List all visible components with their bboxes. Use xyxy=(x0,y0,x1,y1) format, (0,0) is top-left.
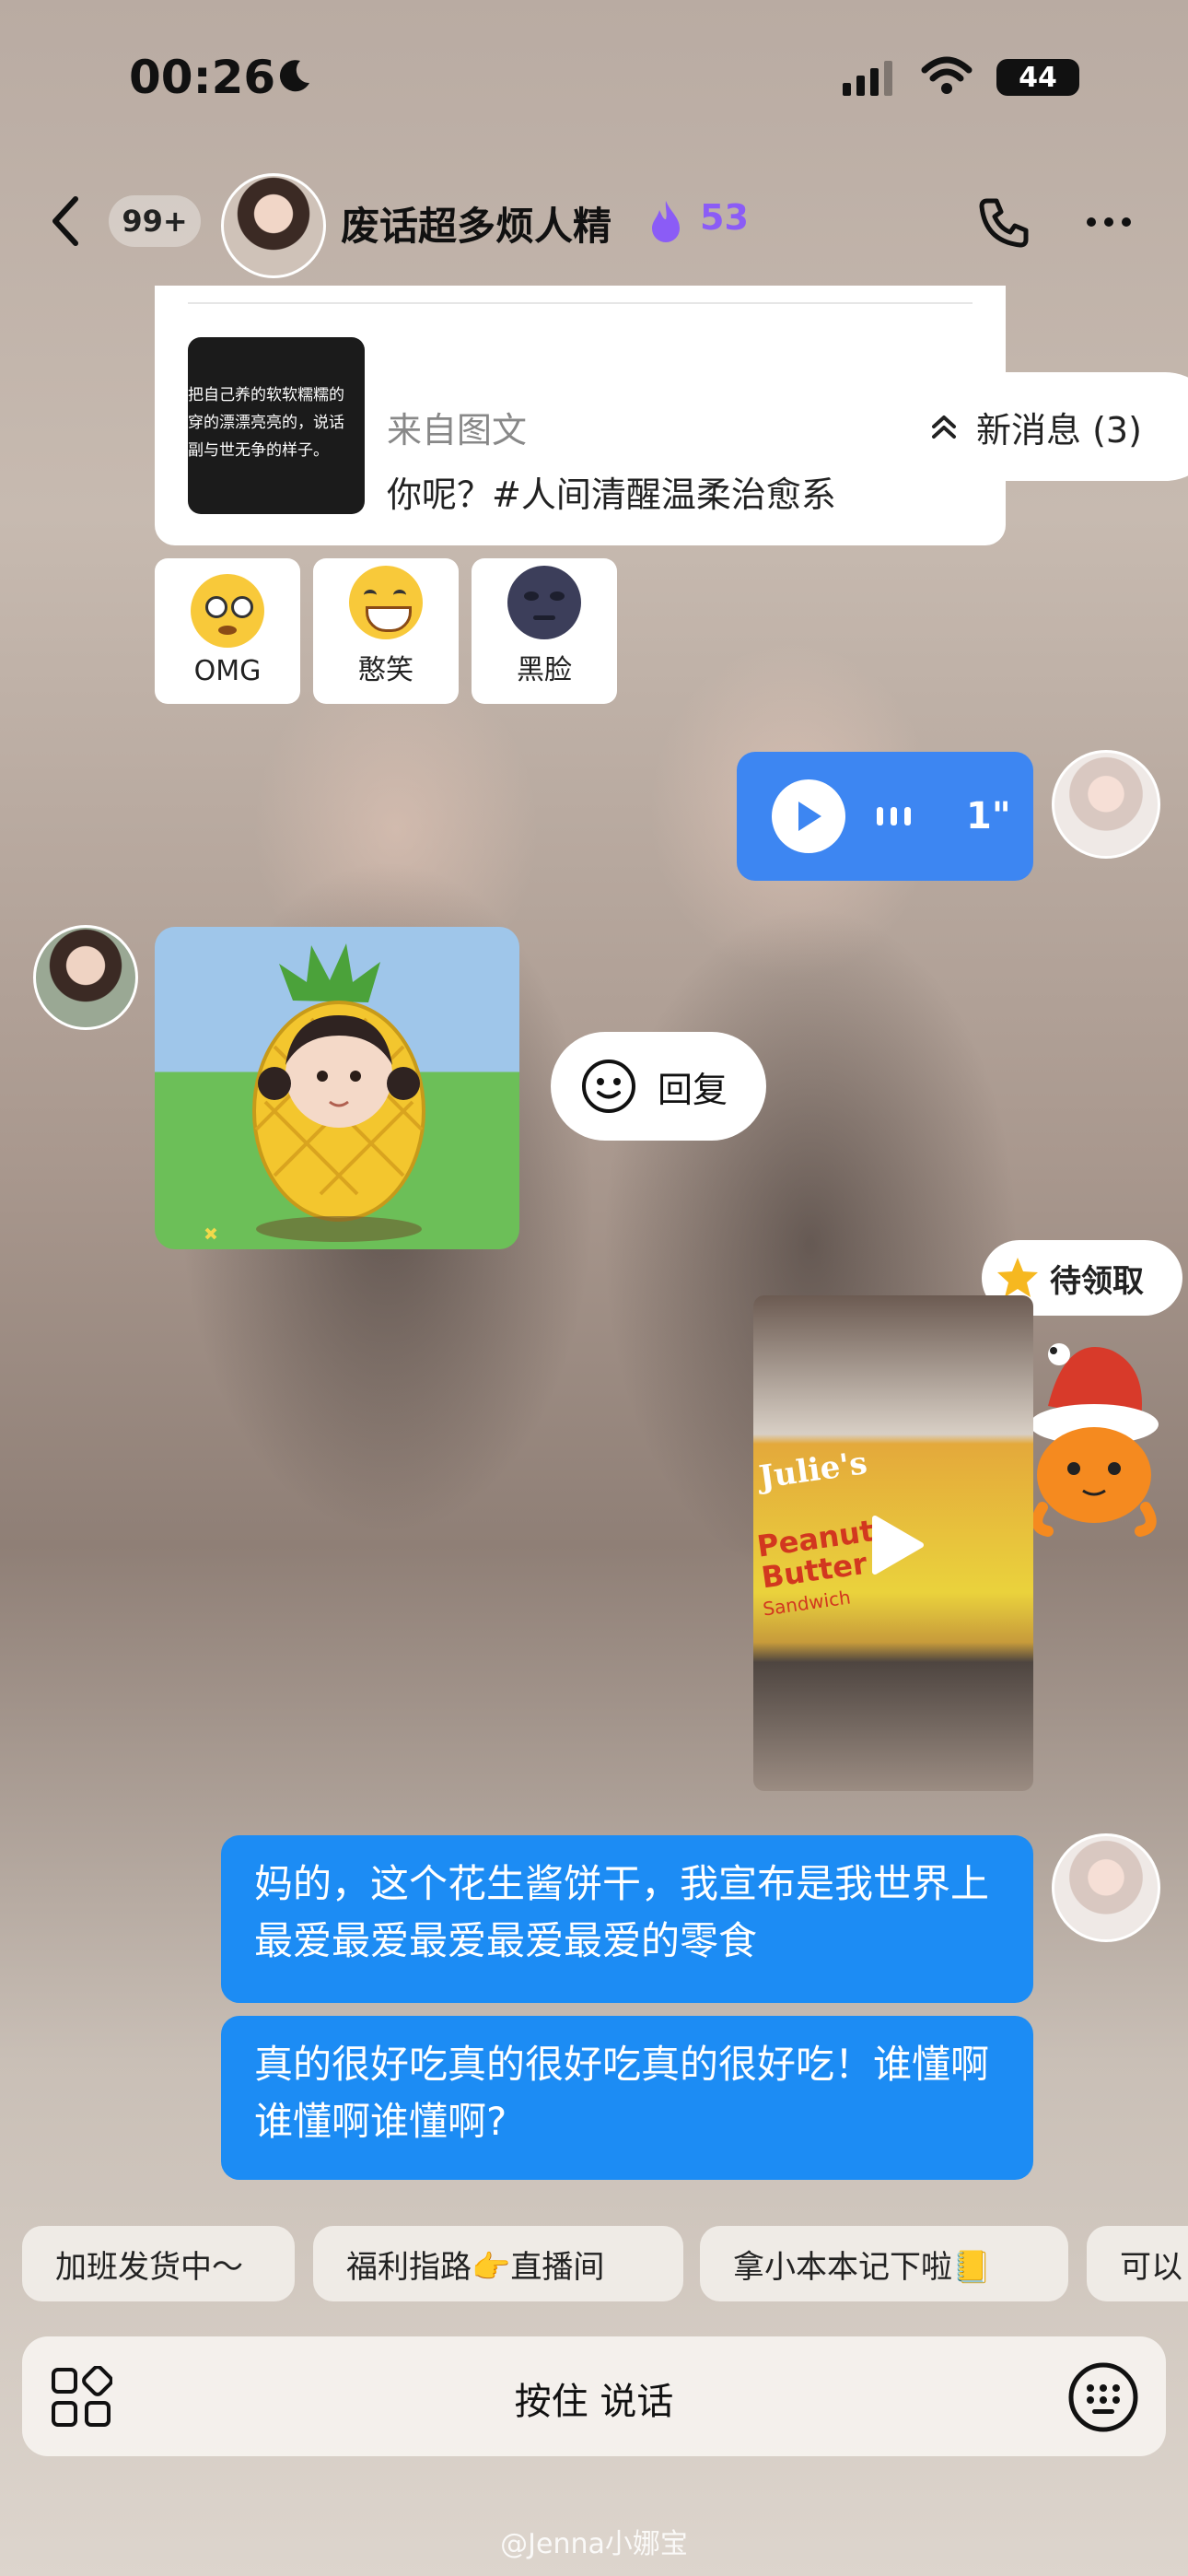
more-options-icon[interactable] xyxy=(1087,217,1131,227)
video-brand: Julie's xyxy=(756,1444,870,1497)
reaction-dark-face[interactable]: 黑脸 xyxy=(472,558,617,704)
reply-button[interactable]: 回复 xyxy=(551,1032,766,1141)
cellular-signal-icon xyxy=(843,59,892,96)
reply-label: 回复 xyxy=(658,1069,728,1110)
unread-count-badge[interactable]: 99+ xyxy=(109,195,201,247)
contact-avatar[interactable] xyxy=(221,173,326,278)
post-source: 来自图文 xyxy=(387,410,528,451)
voice-message-bubble[interactable]: 1" xyxy=(737,752,1033,881)
play-icon[interactable] xyxy=(772,779,845,853)
quick-reply-chip[interactable]: 可以 xyxy=(1087,2226,1188,2301)
divider xyxy=(188,302,973,304)
play-video-icon[interactable] xyxy=(862,1513,926,1577)
thumb-line: 穿的漂漂亮亮的，说话 xyxy=(188,414,344,432)
my-avatar[interactable] xyxy=(1052,750,1160,859)
thumb-line: 把自己养的软软糯糯的 xyxy=(188,386,344,404)
pineapple-girl-sticker[interactable] xyxy=(155,927,519,1249)
quick-reply-chip[interactable]: 拿小本本记下啦📒 xyxy=(700,2226,1068,2301)
back-arrow-icon[interactable] xyxy=(46,193,83,249)
reaction-label: 黑脸 xyxy=(517,654,572,686)
shared-post-card[interactable]: 把自己养的软软糯糯的 穿的漂漂亮亮的，说话 副与世无争的样子。 来自图文 你呢？… xyxy=(155,286,1006,545)
flame-icon xyxy=(652,201,680,242)
contact-name[interactable]: 废话超多烦人精 xyxy=(341,195,611,252)
voice-duration: 1" xyxy=(966,795,1011,837)
pending-reward-label: 待领取 xyxy=(1050,1262,1144,1300)
battery-indicator: 44 xyxy=(996,59,1079,96)
keyboard-icon[interactable] xyxy=(1066,2360,1140,2434)
omg-emoji-icon xyxy=(191,574,264,648)
my-avatar[interactable] xyxy=(1052,1833,1160,1942)
audio-wave-icon xyxy=(877,807,911,825)
quick-reply-chip[interactable]: 福利指路👉直播间 xyxy=(313,2226,683,2301)
reaction-omg[interactable]: OMG xyxy=(155,558,300,704)
new-messages-label: 新消息 (3) xyxy=(976,409,1142,451)
input-bar: 按住 说话 xyxy=(22,2336,1166,2456)
quick-reply-chip[interactable]: 加班发货中～ xyxy=(22,2226,295,2301)
thumb-line: 副与世无争的样子。 xyxy=(188,441,329,460)
dark-moon-face-icon xyxy=(507,566,581,639)
hold-to-talk-button[interactable]: 按住 说话 xyxy=(22,2371,1166,2425)
status-time: 00:26 xyxy=(129,51,276,104)
text-message-bubble[interactable]: 真的很好吃真的很好吃真的很好吃！谁懂啊谁懂啊谁懂啊? xyxy=(221,2016,1033,2180)
mascot-sticker[interactable] xyxy=(1011,1314,1177,1544)
wifi-icon xyxy=(921,56,973,94)
grin-emoji-icon xyxy=(349,566,423,639)
video-message[interactable]: Julie's Peanut Butter Sandwich xyxy=(753,1295,1033,1791)
streak-count: 53 xyxy=(700,197,749,238)
post-text: 你呢？#人间清醒温柔治愈系 xyxy=(387,474,836,515)
new-messages-button[interactable]: 新消息 (3) xyxy=(888,372,1188,481)
double-chevron-up-icon xyxy=(932,416,956,439)
reaction-label: 憨笑 xyxy=(358,654,413,686)
post-thumbnail: 把自己养的软软糯糯的 穿的漂漂亮亮的，说话 副与世无争的样子。 xyxy=(188,337,365,514)
contact-avatar-small[interactable] xyxy=(33,925,138,1030)
moon-icon xyxy=(279,60,309,92)
star-icon xyxy=(997,1258,1038,1297)
text-message-bubble[interactable]: 妈的，这个花生酱饼干，我宣布是我世界上最爱最爱最爱最爱最爱的零食 xyxy=(221,1835,1033,2003)
reaction-grin[interactable]: 憨笑 xyxy=(313,558,459,704)
smiley-icon xyxy=(582,1060,635,1113)
weibo-watermark: @Jenna小娜宝 xyxy=(500,2528,688,2560)
phone-call-icon[interactable] xyxy=(976,195,1031,251)
reaction-label: OMG xyxy=(193,655,262,687)
